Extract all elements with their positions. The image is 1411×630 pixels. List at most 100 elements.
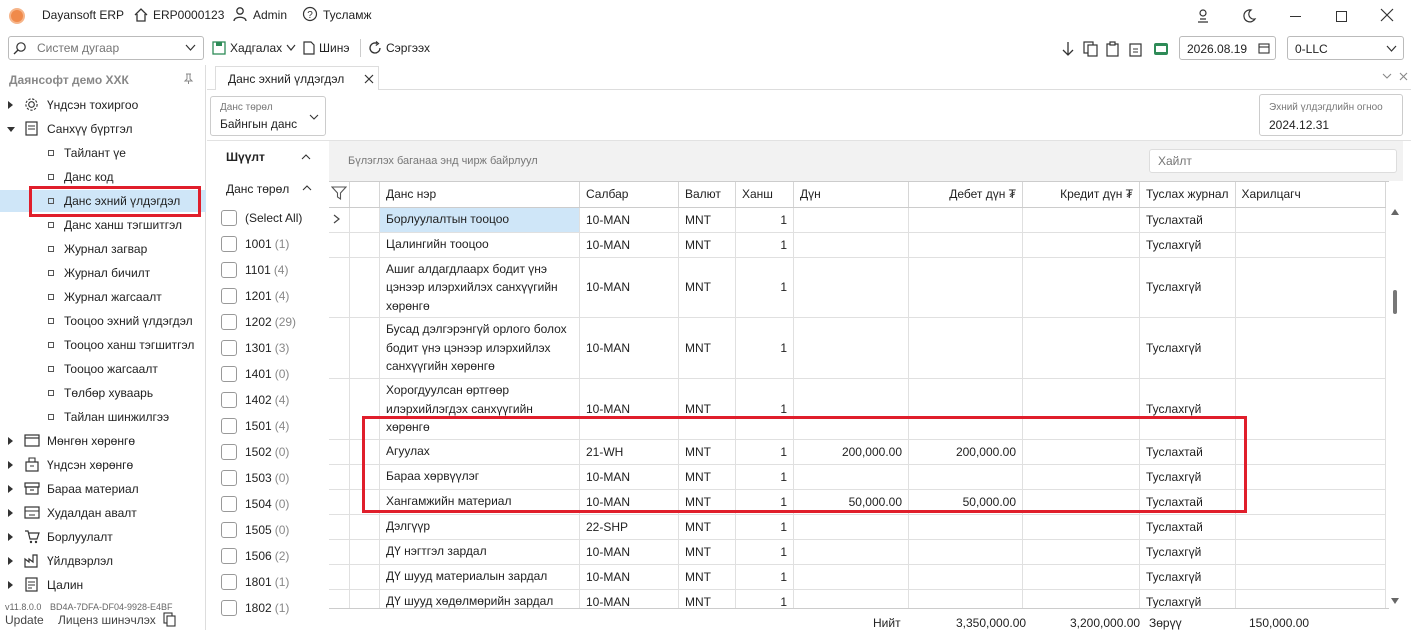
- cell-credit[interactable]: [1022, 564, 1140, 590]
- dark-mode-icon[interactable]: [1241, 8, 1257, 27]
- refresh-button[interactable]: Сэргээх: [368, 33, 430, 63]
- cell-debit[interactable]: [908, 564, 1023, 590]
- column-header-currency[interactable]: Валют: [678, 182, 736, 208]
- cell-partner[interactable]: [1235, 489, 1386, 515]
- cell-branch[interactable]: 10-MAN: [579, 564, 679, 590]
- column-header-debit[interactable]: Дебет дүн ₮: [908, 182, 1023, 208]
- cell-currency[interactable]: MNT: [678, 257, 736, 319]
- cell-partner[interactable]: [1235, 564, 1386, 590]
- sidebar-item-settlement-rate-adjustment[interactable]: Тооцоо ханш тэгшитгэл: [48, 334, 194, 356]
- chevron-down-icon[interactable]: [286, 44, 296, 52]
- filter-option[interactable]: 1501 (4): [221, 416, 289, 436]
- filter-column-header[interactable]: [329, 182, 350, 208]
- license-renew-link[interactable]: Лиценз шинэчлэх: [58, 613, 156, 627]
- filter-checkbox[interactable]: [221, 600, 237, 616]
- cell-branch[interactable]: 10-MAN: [579, 489, 679, 515]
- company-select[interactable]: 0-LLC: [1287, 36, 1404, 60]
- cell-branch[interactable]: 22-SHP: [579, 514, 679, 540]
- cell-credit[interactable]: [1022, 378, 1140, 440]
- filter-option[interactable]: 1201 (4): [221, 286, 289, 306]
- cell-partner[interactable]: [1235, 317, 1386, 380]
- cell-debit[interactable]: [908, 232, 1023, 258]
- cell-credit[interactable]: [1022, 439, 1140, 465]
- filter-checkbox[interactable]: [221, 392, 237, 408]
- table-row[interactable]: Ашиг алдагдлаарх бодит үнэ цэнээр илэрхи…: [329, 257, 1386, 319]
- expand-arrow-icon[interactable]: [8, 461, 13, 469]
- account-type-select[interactable]: Данс төрөл Байнгын данс: [210, 96, 326, 136]
- cell-currency[interactable]: MNT: [678, 564, 736, 590]
- sidebar-group-sales[interactable]: Борлуулалт: [0, 526, 206, 548]
- filter-checkbox[interactable]: [221, 288, 237, 304]
- cell-credit[interactable]: [1022, 207, 1140, 233]
- filter-option[interactable]: 1504 (0): [221, 494, 289, 514]
- cell-amount[interactable]: [793, 378, 909, 440]
- filter-option[interactable]: 1101 (4): [221, 260, 288, 280]
- expand-arrow-icon[interactable]: [8, 101, 13, 109]
- filter-checkbox[interactable]: [221, 444, 237, 460]
- calendar-icon[interactable]: [1258, 42, 1270, 54]
- filter-option[interactable]: 1503 (0): [221, 468, 289, 488]
- cell-sub-journal[interactable]: Туслахгүй: [1139, 232, 1236, 258]
- sidebar-group-inventory[interactable]: Бараа материал: [0, 478, 206, 500]
- cell-sub-journal[interactable]: Туслахгүй: [1139, 464, 1236, 490]
- cell-partner[interactable]: [1235, 207, 1386, 233]
- cell-amount[interactable]: [793, 317, 909, 380]
- row-selector[interactable]: [329, 539, 350, 565]
- cell-currency[interactable]: MNT: [678, 464, 736, 490]
- table-row[interactable]: Бусад дэлгэрэнгүй орлого болох бодит үнэ…: [329, 317, 1386, 380]
- table-row[interactable]: Цалингийн тооцоо 10-MAN MNT 1 Туслахгүй: [329, 232, 1386, 258]
- cell-account-name[interactable]: Ашиг алдагдлаарх бодит үнэ цэнээр илэрхи…: [379, 257, 580, 319]
- row-selector[interactable]: [329, 514, 350, 540]
- filter-checkbox[interactable]: [221, 210, 237, 226]
- maximize-button[interactable]: [1336, 11, 1347, 22]
- update-link[interactable]: Update: [5, 613, 44, 627]
- filter-checkbox[interactable]: [221, 574, 237, 590]
- filter-checkbox[interactable]: [221, 522, 237, 538]
- cell-amount[interactable]: [793, 564, 909, 590]
- cell-sub-journal[interactable]: Туслахгүй: [1139, 317, 1236, 380]
- column-header-partner[interactable]: Харилцагч: [1235, 182, 1386, 208]
- row-selector[interactable]: [329, 439, 350, 465]
- filter-checkbox[interactable]: [221, 496, 237, 512]
- save-button[interactable]: Хадгалах: [212, 33, 296, 63]
- sidebar-group-production[interactable]: Үйлдвэрлэл: [0, 550, 206, 572]
- sidebar-item-settlement-list[interactable]: Тооцоо жагсаалт: [48, 358, 158, 380]
- cell-sub-journal[interactable]: Туслахгүй: [1139, 257, 1236, 319]
- cell-amount[interactable]: [793, 207, 909, 233]
- filter-option[interactable]: 1502 (0): [221, 442, 289, 462]
- cell-amount[interactable]: [793, 232, 909, 258]
- cell-debit[interactable]: [908, 378, 1023, 440]
- sidebar-item-settlement-opening-balance[interactable]: Тооцоо эхний үлдэгдэл: [48, 310, 193, 332]
- cell-account-name[interactable]: Борлуулалтын тооцоо: [379, 207, 580, 233]
- minimize-button[interactable]: [1290, 16, 1301, 17]
- cell-rate[interactable]: 1: [735, 257, 794, 319]
- vertical-scrollbar[interactable]: [1390, 206, 1400, 608]
- cell-branch[interactable]: 10-MAN: [579, 539, 679, 565]
- cell-amount[interactable]: 50,000.00: [793, 489, 909, 515]
- sidebar-item-journal-entry[interactable]: Журнал бичилт: [48, 262, 150, 284]
- column-header-amount[interactable]: Дүн: [793, 182, 909, 208]
- sidebar-item-account-rate-adjustment[interactable]: Данс ханш тэгшитгэл: [48, 214, 182, 236]
- filter-checkbox[interactable]: [221, 470, 237, 486]
- cell-credit[interactable]: [1022, 539, 1140, 565]
- chevron-down-icon[interactable]: [185, 44, 196, 52]
- column-header-branch[interactable]: Салбар: [579, 182, 679, 208]
- cell-branch[interactable]: 10-MAN: [579, 232, 679, 258]
- cell-rate[interactable]: 1: [735, 489, 794, 515]
- table-row[interactable]: Дэлгүүр 22-SHP MNT 1 Туслахтай: [329, 514, 1386, 540]
- cell-rate[interactable]: 1: [735, 464, 794, 490]
- cell-partner[interactable]: [1235, 257, 1386, 319]
- sidebar-item-journal-template[interactable]: Журнал загвар: [48, 238, 147, 260]
- expand-arrow-icon[interactable]: [8, 485, 13, 493]
- sidebar-item-periods[interactable]: Тайлант үе: [48, 142, 126, 164]
- cell-branch[interactable]: 10-MAN: [579, 378, 679, 440]
- cell-sub-journal[interactable]: Туслахгүй: [1139, 564, 1236, 590]
- sidebar-group-purchase[interactable]: Худалдан авалт: [0, 502, 206, 524]
- cell-account-name[interactable]: Бусад дэлгэрэнгүй орлого болох бодит үнэ…: [379, 317, 580, 380]
- cell-debit[interactable]: [908, 207, 1023, 233]
- help-link[interactable]: Тусламж: [323, 8, 371, 22]
- clipboard-icon[interactable]: [1129, 41, 1144, 57]
- home-icon[interactable]: [133, 7, 149, 26]
- cell-account-name[interactable]: Бараа хөрвүүлэг: [379, 464, 580, 490]
- cell-account-name[interactable]: Дэлгүүр: [379, 514, 580, 540]
